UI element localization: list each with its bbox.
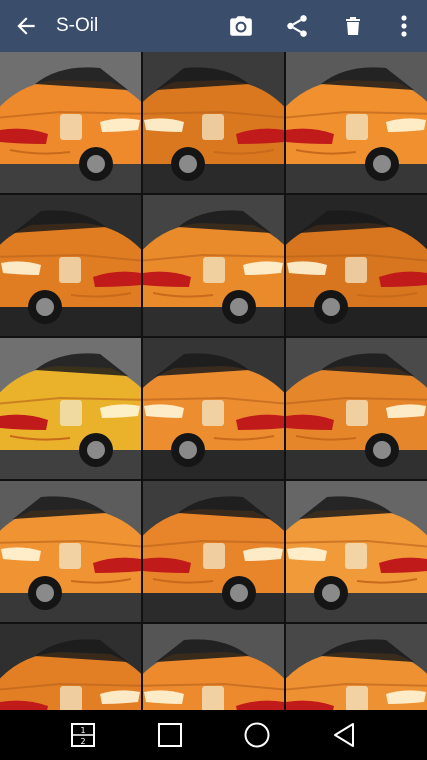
dual-window-button[interactable]: 1 2: [53, 710, 113, 760]
taxi-photo-image: [286, 52, 427, 193]
photo-thumbnail[interactable]: [143, 52, 284, 193]
photo-thumbnail[interactable]: [0, 481, 141, 622]
recents-icon: [158, 723, 183, 747]
recents-button[interactable]: [140, 710, 200, 760]
home-icon: [244, 722, 270, 748]
photo-thumbnail[interactable]: [286, 52, 427, 193]
share-icon: [287, 15, 307, 37]
svg-text:1: 1: [81, 726, 86, 735]
taxi-photo-image: [0, 52, 141, 193]
photo-thumbnail[interactable]: [286, 624, 427, 710]
delete-button[interactable]: [325, 0, 381, 52]
taxi-photo-image: [143, 624, 284, 710]
trash-icon: [346, 17, 360, 35]
share-button[interactable]: [269, 0, 325, 52]
taxi-photo-image: [0, 481, 141, 622]
photo-thumbnail[interactable]: [0, 624, 141, 710]
photo-thumbnail[interactable]: [143, 195, 284, 336]
overflow-menu-icon: [401, 15, 407, 37]
photo-thumbnail[interactable]: [143, 624, 284, 710]
svg-text:2: 2: [81, 737, 86, 746]
photo-thumbnail[interactable]: [0, 338, 141, 479]
system-navigation-bar: 1 2: [0, 710, 427, 760]
taxi-photo-image: [143, 338, 284, 479]
back-button[interactable]: [0, 0, 52, 52]
home-button[interactable]: [227, 710, 287, 760]
photo-thumbnail[interactable]: [143, 338, 284, 479]
photo-thumbnail[interactable]: [143, 481, 284, 622]
app-bar: S-Oil: [0, 0, 427, 52]
taxi-photo-image: [286, 624, 427, 710]
photo-thumbnail[interactable]: [286, 338, 427, 479]
back-triangle-button[interactable]: [314, 710, 374, 760]
page-title: S-Oil: [56, 15, 99, 36]
camera-icon: [230, 16, 252, 36]
camera-button[interactable]: [213, 0, 269, 52]
taxi-photo-image: [0, 195, 141, 336]
photo-thumbnail[interactable]: [286, 481, 427, 622]
taxi-photo-image: [286, 481, 427, 622]
back-triangle-icon: [333, 723, 354, 747]
photo-thumbnail[interactable]: [0, 195, 141, 336]
photo-thumbnail[interactable]: [0, 52, 141, 193]
taxi-photo-image: [143, 481, 284, 622]
photo-grid: [0, 52, 427, 710]
overflow-menu-button[interactable]: [381, 0, 427, 52]
dual-window-icon: 1 2: [71, 723, 96, 747]
taxi-photo-image: [286, 338, 427, 479]
taxi-photo-image: [143, 52, 284, 193]
arrow-left-icon: [17, 17, 35, 35]
photo-thumbnail[interactable]: [286, 195, 427, 336]
taxi-photo-image: [143, 195, 284, 336]
taxi-photo-image: [0, 338, 141, 479]
taxi-photo-image: [286, 195, 427, 336]
taxi-photo-image: [0, 624, 141, 710]
